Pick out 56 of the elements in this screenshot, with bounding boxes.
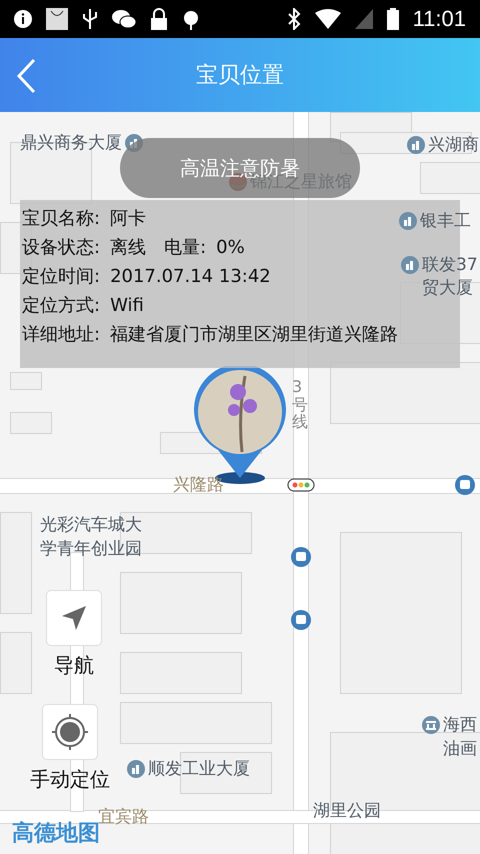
info-value: Wifi (110, 294, 144, 318)
bus-icon (291, 610, 311, 630)
info-icon (14, 10, 32, 28)
info-value: 福建省厦门市湖里区湖里街道兴隆路 (110, 323, 398, 347)
bus-icon (455, 475, 475, 495)
map-label: 学青年创业园 (40, 538, 142, 560)
building-icon (127, 760, 145, 778)
control-label: 手动定位 (30, 766, 110, 793)
building-block (420, 162, 480, 194)
info-label: 设备状态: (22, 236, 100, 260)
map-label: 3号线 (292, 378, 308, 431)
map-label: 联发37 (422, 254, 478, 276)
bluetooth-icon (286, 8, 301, 30)
info-label: 电量: (164, 236, 206, 260)
lock-icon (150, 8, 168, 30)
traffic-light-icon (287, 478, 315, 492)
building-block (10, 372, 42, 390)
navigate-button[interactable] (46, 590, 102, 646)
map-label: 光彩汽车城大 (40, 514, 142, 536)
info-label: 宝贝名称: (22, 207, 100, 231)
building-block (10, 412, 52, 434)
wifi-icon (314, 9, 341, 29)
road-label: 兴隆路 (173, 474, 224, 496)
info-label: 定位方式: (22, 294, 100, 318)
map-label: 贸大厦 (422, 277, 473, 299)
building-icon (407, 136, 425, 154)
museum-icon (422, 716, 440, 734)
info-label: 定位时间: (22, 265, 100, 289)
locate-button[interactable] (42, 704, 98, 760)
map-label: 油画 (443, 738, 477, 760)
control-label: 导航 (54, 652, 94, 679)
map-label: 银丰工 (420, 210, 471, 232)
info-value: 离线 (110, 236, 146, 260)
status-time: 11:01 (412, 6, 466, 32)
info-label: 详细地址: (22, 323, 100, 347)
signal-icon (354, 9, 373, 29)
map-logo: 高德地图 (12, 820, 100, 848)
info-value: 2017.07.14 13:42 (110, 265, 271, 289)
chat-icon (112, 9, 136, 29)
map-label: 顺发工业大厦 (148, 758, 250, 780)
map-label: 湖里公园 (313, 800, 381, 822)
map-label: 海西 (443, 714, 477, 736)
battery-icon (386, 8, 399, 30)
building-block (0, 632, 32, 694)
bag-icon (46, 8, 68, 30)
locate-icon (50, 712, 90, 752)
info-value: 0% (216, 236, 245, 260)
info-value: 阿卡 (110, 207, 146, 231)
page-title: 宝贝位置 (196, 62, 284, 90)
road-label: 宜宾路 (98, 806, 149, 827)
map-label: 兴湖商 (428, 134, 479, 156)
arrow-icon (60, 604, 88, 632)
map-label: 鼎兴商务大厦 (20, 132, 122, 154)
bus-icon (291, 547, 311, 567)
back-button[interactable] (14, 58, 38, 94)
usb-icon (82, 8, 98, 30)
